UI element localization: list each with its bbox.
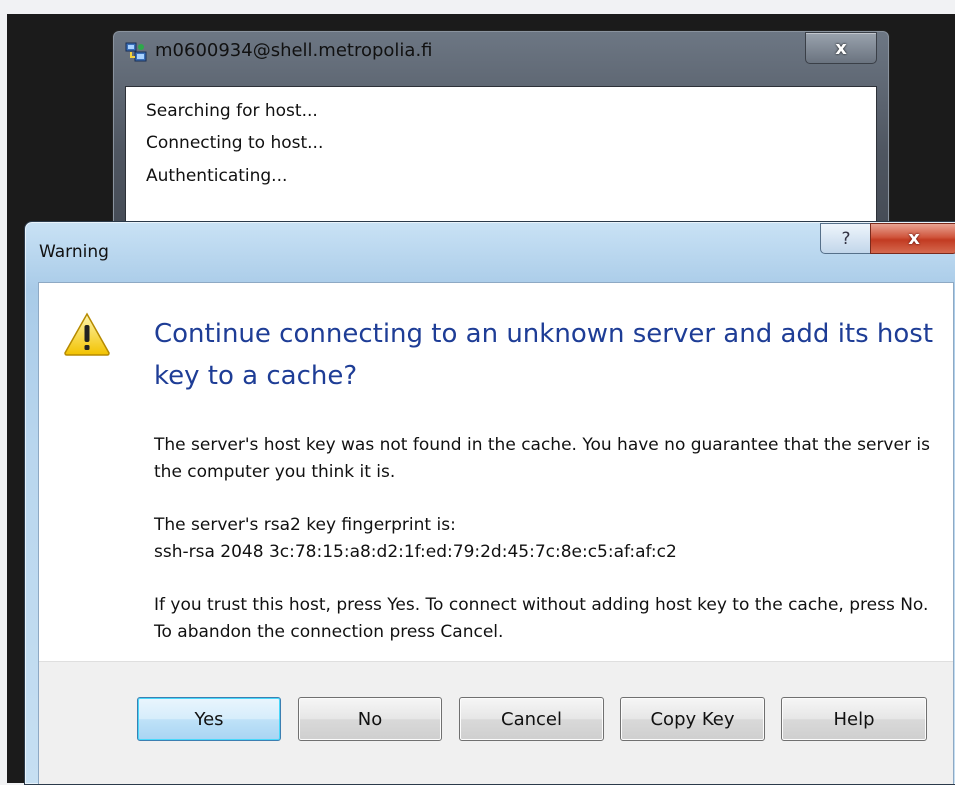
- title-help-button[interactable]: ?: [820, 223, 872, 254]
- fingerprint-label: The server's rsa2 key fingerprint is:: [154, 515, 456, 535]
- putty-window-title: m0600934@shell.metropolia.fi: [155, 40, 433, 61]
- cancel-button[interactable]: Cancel: [459, 697, 604, 741]
- dialog-content: Continue connecting to an unknown server…: [38, 282, 954, 784]
- dialog-headline: Continue connecting to an unknown server…: [154, 319, 934, 391]
- putty-icon: [125, 42, 147, 62]
- copy-key-button[interactable]: Copy Key: [620, 697, 765, 741]
- warning-icon: [63, 312, 111, 356]
- dialog-title: Warning: [39, 242, 109, 262]
- close-icon: x: [835, 37, 847, 59]
- host-key-warning-text: The server's host key was not found in t…: [154, 435, 930, 482]
- fingerprint-value: ssh-rsa 2048 3c:78:15:a8:d2:1f:ed:79:2d:…: [154, 542, 677, 562]
- no-button[interactable]: No: [298, 697, 442, 741]
- putty-status-panel: Searching for host... Connecting to host…: [125, 86, 877, 238]
- dialog-close-button[interactable]: x: [870, 223, 955, 254]
- button-bar: Yes No Cancel Copy Key Help: [39, 661, 953, 784]
- status-line: Authenticating...: [146, 166, 288, 186]
- putty-close-button[interactable]: x: [805, 32, 877, 64]
- instructions-text: If you trust this host, press Yes. To co…: [154, 595, 929, 642]
- close-icon: x: [908, 228, 920, 249]
- question-icon: ?: [841, 228, 851, 249]
- status-line: Connecting to host...: [146, 133, 324, 153]
- warning-dialog: Warning ? x Continue connecting to an un…: [24, 221, 955, 785]
- yes-button[interactable]: Yes: [137, 697, 281, 741]
- status-line: Searching for host...: [146, 101, 318, 121]
- help-button[interactable]: Help: [781, 697, 927, 741]
- putty-window: m0600934@shell.metropolia.fi x Searching…: [112, 30, 890, 238]
